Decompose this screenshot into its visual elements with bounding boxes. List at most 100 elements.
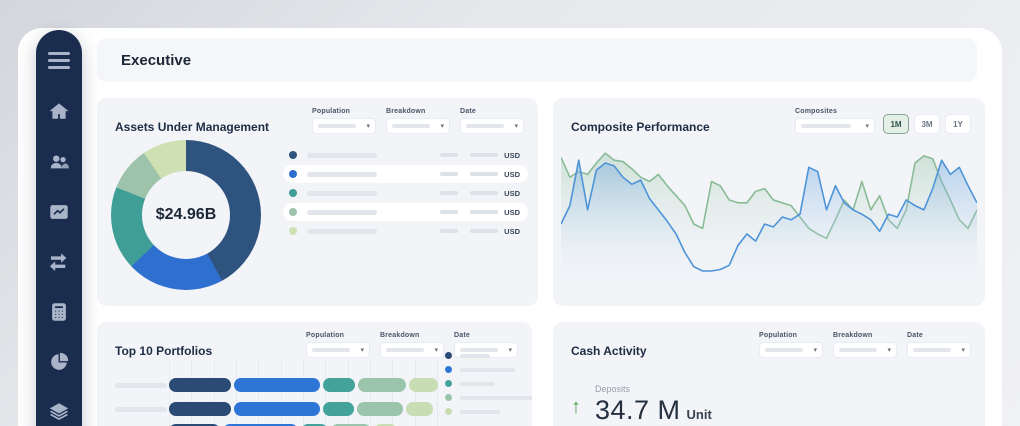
legend-name-placeholder — [307, 191, 377, 196]
sidebar-item-calculator[interactable] — [48, 303, 70, 325]
hamburger-menu-icon[interactable] — [44, 48, 74, 73]
legend-name-placeholder — [460, 354, 490, 358]
composites-filter-label: Composites — [795, 108, 875, 115]
top10-legend-item — [445, 408, 532, 415]
breakdown-filter-label: Breakdown — [386, 108, 450, 115]
date-select[interactable]: ▾ — [460, 118, 524, 134]
cash-filters: Population ▾ Breakdown ▾ Date ▾ — [759, 332, 971, 358]
population-select[interactable]: ▾ — [306, 342, 370, 358]
composites-select[interactable]: ▾ — [795, 118, 875, 134]
chart-trend-icon — [48, 201, 70, 228]
legend-name-placeholder — [460, 410, 500, 414]
range-button-3m[interactable]: 3M — [914, 114, 940, 134]
chevron-down-icon: ▾ — [440, 123, 444, 130]
range-button-1y[interactable]: 1Y — [945, 114, 971, 134]
legend-color-dot — [289, 170, 297, 178]
date-filter-label: Date — [460, 108, 524, 115]
chevron-down-icon: ▾ — [434, 347, 438, 354]
top10-legend-item — [445, 352, 532, 359]
population-filter-label: Population — [306, 332, 370, 339]
bar-segment — [323, 402, 354, 416]
legend-value-placeholder — [440, 210, 458, 214]
range-button-1m[interactable]: 1M — [883, 114, 909, 134]
aum-title: Assets Under Management — [115, 120, 269, 134]
bar-segment — [358, 378, 406, 392]
aum-legend-row[interactable]: USD — [283, 146, 528, 164]
sidebar-item-transactions[interactable] — [48, 253, 70, 275]
chevron-down-icon: ▾ — [961, 347, 965, 354]
page-title: Executive — [121, 52, 191, 69]
sidebar — [36, 30, 82, 426]
chevron-down-icon: ▾ — [887, 347, 891, 354]
aum-donut-chart: $24.96B — [111, 140, 261, 290]
legend-color-dot — [445, 352, 452, 359]
date-select[interactable]: ▾ — [907, 342, 971, 358]
aum-legend-row[interactable]: USD — [283, 203, 528, 221]
breakdown-select[interactable]: ▾ — [386, 118, 450, 134]
legend-name-placeholder — [307, 210, 377, 215]
chevron-down-icon: ▾ — [360, 347, 364, 354]
legend-name-placeholder — [460, 382, 495, 386]
bar-segment — [234, 378, 320, 392]
legend-value-placeholder — [440, 172, 458, 176]
legend-color-dot — [445, 366, 452, 373]
chevron-down-icon: ▾ — [366, 123, 370, 130]
legend-color-dot — [289, 208, 297, 216]
legend-color-dot — [289, 189, 297, 197]
currency-label: USD — [504, 170, 520, 179]
portfolio-bar-row[interactable] — [97, 402, 433, 416]
card-composite-performance: Composite Performance Composites ▾ 1M3M1… — [553, 98, 985, 306]
top10-bar-chart — [97, 360, 532, 426]
sidebar-item-allocation[interactable] — [48, 353, 70, 375]
breakdown-filter-label: Breakdown — [833, 332, 897, 339]
breakdown-select[interactable]: ▾ — [380, 342, 444, 358]
currency-label: USD — [504, 189, 520, 198]
legend-name-placeholder — [307, 153, 377, 158]
legend-name-placeholder — [307, 229, 377, 234]
sidebar-item-home[interactable] — [48, 103, 70, 125]
population-select[interactable]: ▾ — [312, 118, 376, 134]
card-assets-under-management: Assets Under Management Population ▾ Bre… — [97, 98, 538, 306]
aum-legend-row[interactable]: USD — [283, 165, 528, 183]
chevron-down-icon: ▾ — [514, 123, 518, 130]
range-button-group: 1M3M1Y — [883, 114, 971, 134]
top10-legend-item — [445, 380, 532, 387]
bar-segment — [234, 402, 320, 416]
trend-up-arrow-icon: ↑ — [571, 396, 581, 419]
deposits-label: Deposits — [595, 384, 712, 394]
legend-value-placeholder — [440, 153, 458, 157]
aum-legend-row[interactable]: USD — [283, 222, 528, 240]
transfer-arrows-icon — [48, 251, 70, 278]
sidebar-item-clients[interactable] — [48, 153, 70, 175]
top10-title: Top 10 Portfolios — [115, 344, 212, 358]
top10-legend-item — [445, 394, 532, 401]
legend-amount-placeholder — [470, 191, 498, 195]
population-select[interactable]: ▾ — [759, 342, 823, 358]
breakdown-filter-label: Breakdown — [380, 332, 444, 339]
portfolio-bar-row[interactable] — [97, 378, 438, 392]
legend-amount-placeholder — [470, 229, 498, 233]
deposits-unit: Unit — [687, 407, 712, 422]
sidebar-item-holdings[interactable] — [48, 403, 70, 425]
card-cash-activity: Cash Activity Population ▾ Breakdown ▾ D… — [553, 322, 985, 426]
currency-label: USD — [504, 227, 520, 236]
sidebar-item-performance[interactable] — [48, 203, 70, 225]
chevron-down-icon: ▾ — [813, 347, 817, 354]
composite-title: Composite Performance — [571, 120, 710, 134]
aum-filters: Population ▾ Breakdown ▾ Date ▾ — [312, 108, 524, 134]
bar-segment — [406, 402, 433, 416]
legend-name-placeholder — [307, 172, 377, 177]
aum-legend-row[interactable]: USD — [283, 184, 528, 202]
donut-hole: $24.96B — [142, 171, 230, 259]
calculator-icon — [48, 301, 70, 328]
date-filter-label: Date — [907, 332, 971, 339]
aum-legend-list: USD USD USD USD USD — [283, 146, 528, 290]
legend-color-dot — [445, 394, 452, 401]
breakdown-select[interactable]: ▾ — [833, 342, 897, 358]
portfolio-name-placeholder — [115, 383, 167, 388]
population-filter-label: Population — [312, 108, 376, 115]
bar-segment — [169, 402, 231, 416]
legend-value-placeholder — [440, 229, 458, 233]
cash-title: Cash Activity — [571, 344, 647, 358]
legend-name-placeholder — [460, 396, 532, 400]
